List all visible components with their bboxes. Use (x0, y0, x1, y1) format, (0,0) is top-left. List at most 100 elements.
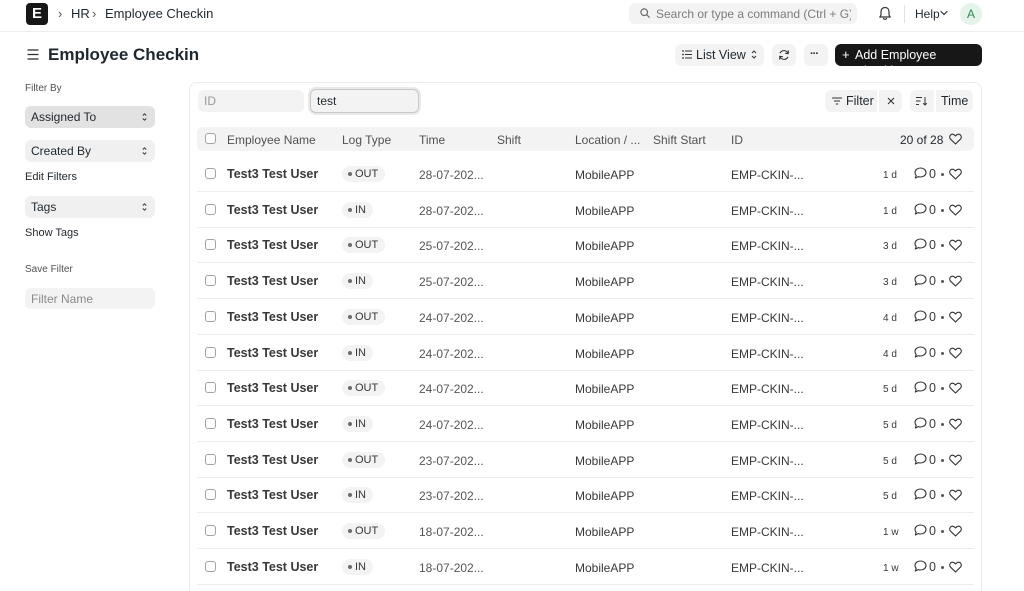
separator-dot (941, 458, 944, 462)
table-row[interactable]: Test3 Test User IN 25-07-202... MobileAPP EM… (197, 263, 974, 300)
employee-name[interactable]: Test3 Test User (227, 238, 318, 252)
select-arrows-icon (142, 203, 147, 211)
filter-name-input[interactable] (25, 288, 155, 309)
comment-icon[interactable] (914, 488, 927, 500)
list-view-button[interactable]: List View (675, 44, 764, 66)
comment-icon[interactable] (914, 310, 927, 322)
select-all-checkbox[interactable] (205, 133, 216, 144)
employee-name[interactable]: Test3 Test User (227, 274, 318, 288)
row-checkbox[interactable] (205, 560, 216, 572)
employee-name[interactable]: Test3 Test User (227, 453, 318, 467)
row-checkbox[interactable] (205, 310, 216, 322)
heart-icon[interactable] (949, 382, 962, 394)
log-type-badge: IN (342, 415, 373, 432)
table-row[interactable]: Test3 Test User OUT 24-07-202... MobileAPP E… (197, 370, 974, 407)
comment-icon[interactable] (914, 381, 927, 393)
employee-name[interactable]: Test3 Test User (227, 310, 318, 324)
table-row[interactable]: Test3 Test User IN 24-07-202... MobileAPP EM… (197, 335, 974, 371)
column-shift: Shift (497, 133, 522, 147)
row-checkbox[interactable] (205, 203, 216, 215)
heart-icon[interactable] (949, 489, 962, 501)
heart-icon[interactable] (949, 239, 962, 251)
row-checkbox[interactable] (205, 275, 216, 287)
heart-icon[interactable] (949, 347, 962, 359)
breadcrumb-employee-checkin[interactable]: Employee Checkin (105, 6, 213, 22)
table-row[interactable]: Test3 Test User IN 18-07-202... MobileAPP EM… (197, 549, 974, 585)
comment-icon[interactable] (914, 167, 927, 179)
location: MobileAPP (575, 489, 635, 504)
modified-time: 5 d (883, 419, 897, 431)
heart-icon[interactable] (949, 204, 962, 216)
log-type-badge: IN (342, 558, 373, 575)
avatar[interactable]: A (960, 3, 982, 25)
employee-name[interactable]: Test3 Test User (227, 381, 318, 395)
show-tags-link[interactable]: Show Tags (25, 227, 79, 240)
heart-icon[interactable] (949, 311, 962, 323)
row-checkbox[interactable] (205, 168, 216, 179)
comment-icon[interactable] (914, 524, 927, 536)
help-menu[interactable]: Help (915, 6, 940, 22)
clear-filters-button[interactable] (879, 90, 902, 112)
row-checkbox[interactable] (205, 346, 216, 358)
comment-icon[interactable] (914, 203, 927, 215)
table-row[interactable]: Test3 Test User OUT 23-07-202... MobileAPP E… (197, 442, 974, 478)
column-log-type: Log Type (342, 133, 392, 147)
employee-name-filter-input[interactable] (310, 89, 419, 113)
table-row[interactable]: Test3 Test User IN 24-07-202... MobileAPP EM… (197, 406, 974, 442)
row-checkbox[interactable] (205, 417, 216, 429)
table-row[interactable]: Test3 Test User IN 28-07-202... MobileAPP EM… (197, 192, 974, 228)
heart-icon[interactable] (949, 561, 962, 573)
table-row[interactable]: Test3 Test User OUT 18-07-202... MobileAPP E… (197, 513, 974, 549)
heart-icon[interactable] (949, 133, 962, 145)
heart-icon[interactable] (949, 275, 962, 287)
breadcrumb-hr[interactable]: HR (71, 6, 90, 22)
sidebar-toggle-icon[interactable] (27, 49, 39, 60)
id-filter-input[interactable] (198, 90, 304, 112)
heart-icon[interactable] (949, 168, 962, 180)
sort-direction-button[interactable] (910, 90, 934, 112)
comment-icon[interactable] (914, 238, 927, 250)
row-checkbox[interactable] (205, 489, 216, 501)
employee-name[interactable]: Test3 Test User (227, 524, 318, 538)
row-checkbox[interactable] (205, 239, 216, 251)
comment-icon[interactable] (914, 417, 927, 429)
modified-time: 4 d (883, 348, 897, 360)
table-row[interactable]: Test3 Test User OUT 24-07-202... MobileAPP E… (197, 299, 974, 335)
heart-icon[interactable] (949, 454, 962, 466)
row-checkbox[interactable] (205, 525, 216, 536)
comment-icon[interactable] (914, 453, 927, 465)
app-logo[interactable]: E (26, 3, 48, 25)
table-row[interactable]: Test3 Test User OUT 25-07-202... MobileAPP E… (197, 227, 974, 264)
checkin-time: 24-07-202... (419, 382, 484, 397)
row-checkbox[interactable] (205, 453, 216, 465)
checkin-time: 23-07-202... (419, 489, 484, 504)
table-row[interactable]: Test3 Test User OUT 28-07-202... MobileAPP E… (197, 156, 974, 192)
heart-icon[interactable] (949, 525, 962, 537)
heart-icon[interactable] (949, 418, 962, 430)
search-input[interactable] (656, 5, 851, 22)
employee-name[interactable]: Test3 Test User (227, 417, 318, 431)
edit-filters-link[interactable]: Edit Filters (25, 171, 77, 184)
employee-name[interactable]: Test3 Test User (227, 346, 318, 360)
comment-icon[interactable] (914, 345, 927, 358)
notification-bell-icon[interactable] (878, 6, 892, 21)
comment-icon[interactable] (914, 560, 927, 572)
created-by-select[interactable]: Created By (25, 140, 155, 162)
table-row[interactable]: Test3 Test User IN 23-07-202... MobileAPP EM… (197, 477, 974, 514)
search-bar[interactable] (629, 3, 857, 24)
chevron-down-icon[interactable] (940, 10, 948, 16)
tags-select[interactable]: Tags (25, 196, 155, 218)
record-count: 20 of 28 (900, 133, 944, 147)
employee-name[interactable]: Test3 Test User (227, 560, 318, 574)
row-checkbox[interactable] (205, 382, 216, 394)
more-actions-button[interactable]: ··· (804, 44, 828, 66)
refresh-button[interactable] (772, 44, 796, 66)
employee-name[interactable]: Test3 Test User (227, 167, 318, 181)
add-employee-checkin-button[interactable]: + Add Employee Checkin (835, 44, 982, 78)
sort-field-button[interactable]: Time (936, 90, 973, 112)
employee-name[interactable]: Test3 Test User (227, 488, 318, 502)
assigned-to-select[interactable]: Assigned To (25, 106, 155, 128)
comment-icon[interactable] (914, 274, 927, 286)
filter-button[interactable]: Filter (825, 90, 877, 112)
employee-name[interactable]: Test3 Test User (227, 203, 318, 217)
